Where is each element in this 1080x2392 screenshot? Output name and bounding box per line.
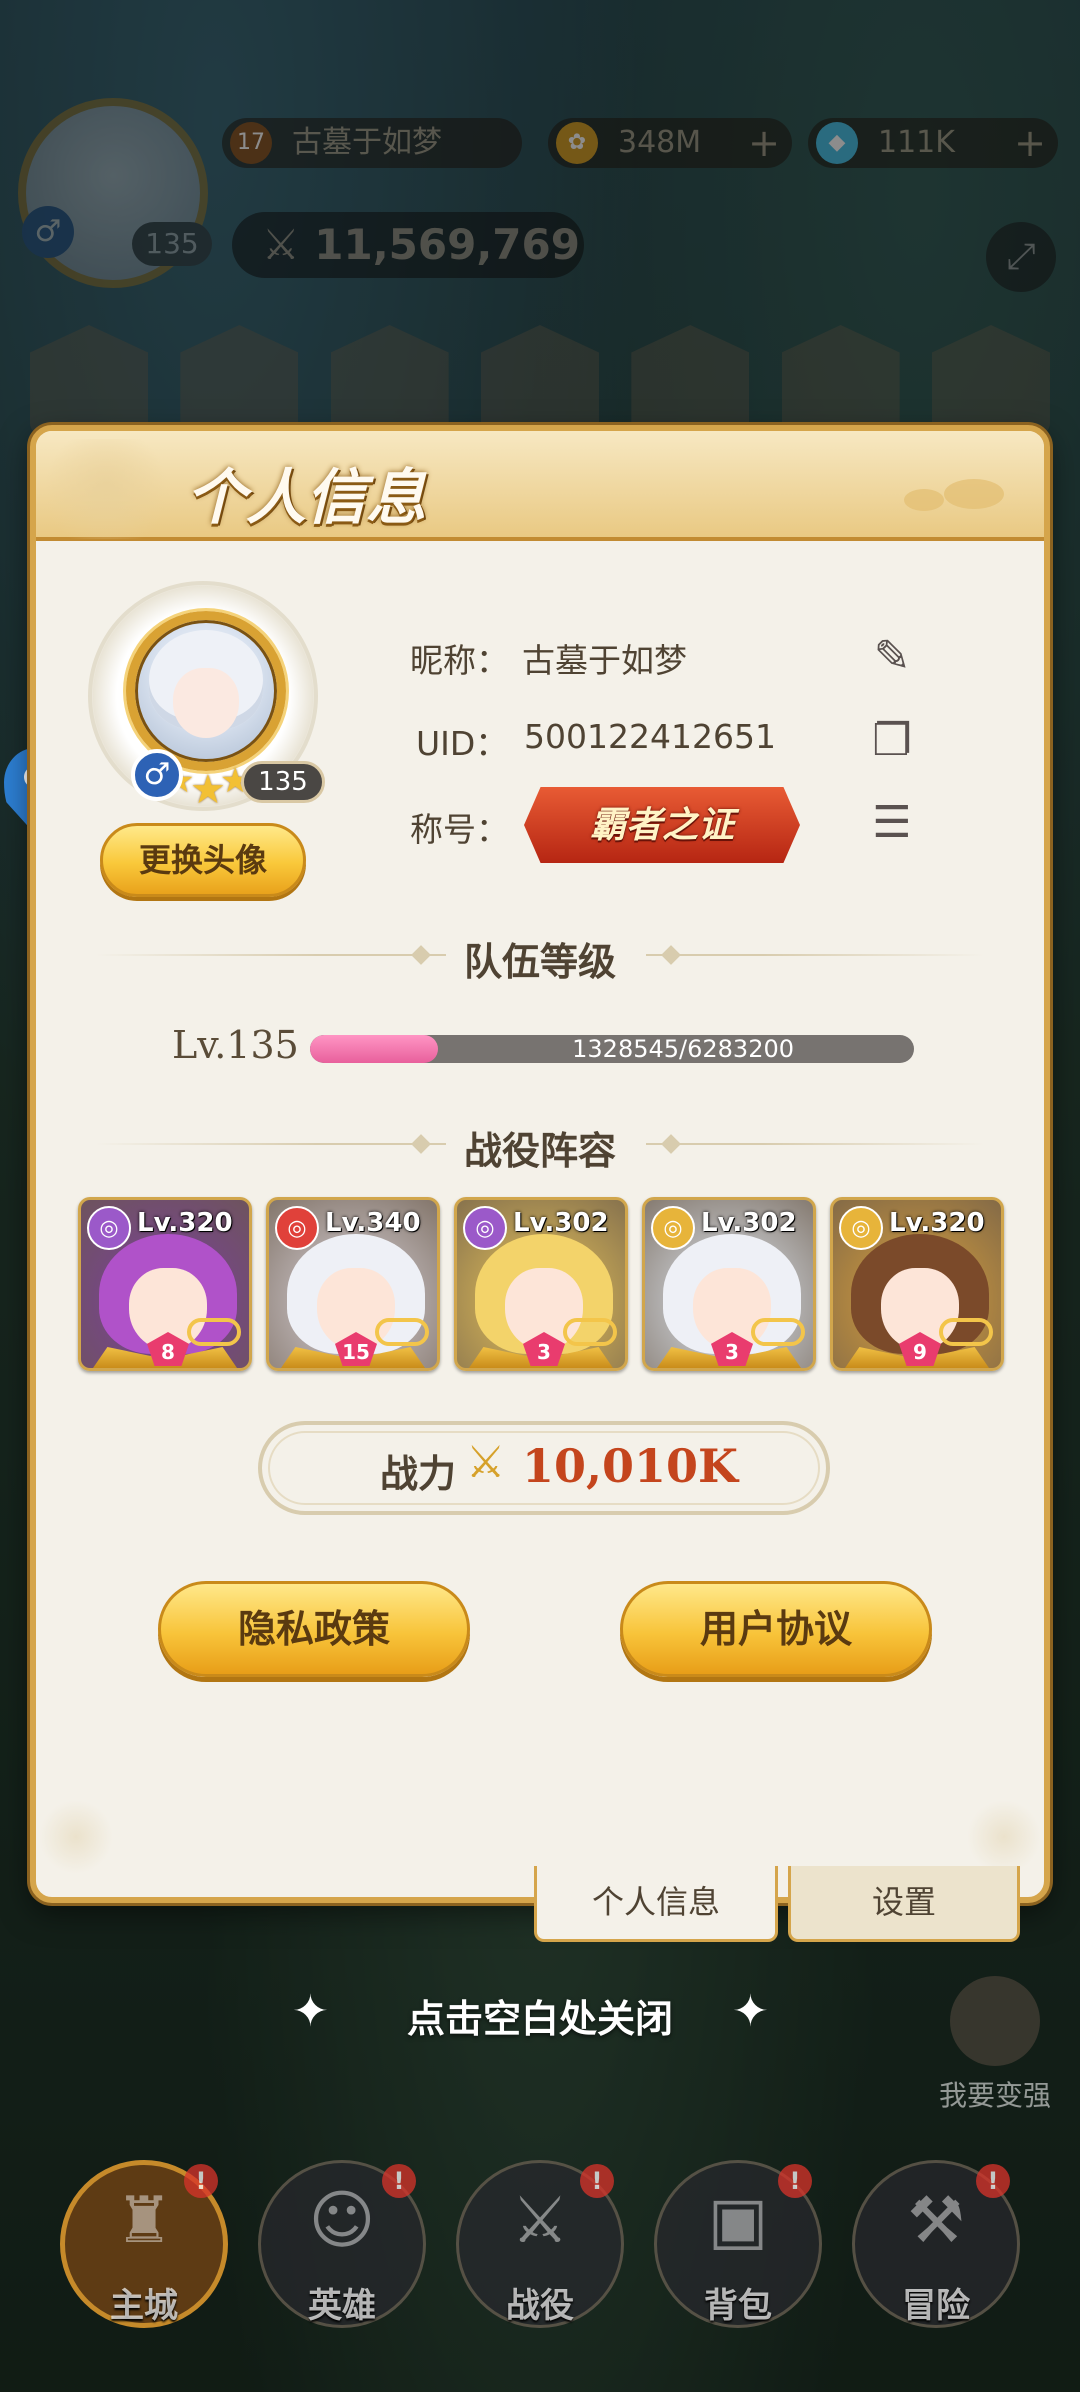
hero-card[interactable]: ◎ Lv.302 3	[642, 1197, 816, 1371]
change-avatar-button[interactable]: 更换头像	[100, 823, 306, 897]
avatar-level-badge: 135	[241, 761, 325, 803]
alert-badge: !	[184, 2164, 218, 2198]
avatar[interactable]	[126, 611, 286, 771]
hero-card[interactable]: ◎ Lv.302 3	[454, 1197, 628, 1371]
hero-card[interactable]: ◎ Lv.340 15	[266, 1197, 440, 1371]
tab-settings[interactable]: 设置	[788, 1866, 1020, 1942]
title-label: 称号：	[410, 810, 509, 849]
lineup-heading: 战役阵容	[463, 1129, 616, 1173]
copy-icon[interactable]: ❐	[864, 713, 920, 769]
power-value: 10,010K	[522, 1439, 739, 1493]
bottom-nav: ♜ 主城! ☺ 英雄! ⚔ 战役! ▣ 背包! ⚒ 冒险!	[60, 2160, 1020, 2350]
link-icon	[375, 1318, 429, 1346]
nav-item-label: 英雄	[308, 2286, 376, 2326]
hero-class-icon: ◎	[839, 1206, 883, 1250]
link-icon	[751, 1318, 805, 1346]
panel-title: 个人信息	[186, 463, 426, 533]
hero-class-icon: ◎	[275, 1206, 319, 1250]
hero-level: Lv.320	[889, 1208, 985, 1238]
uid-value: 500122412651	[524, 717, 776, 756]
hero-class-icon: ◎	[651, 1206, 695, 1250]
hero-level: Lv.340	[325, 1208, 421, 1238]
alert-badge: !	[382, 2164, 416, 2198]
link-icon	[187, 1318, 241, 1346]
title-badge-text: 霸者之证	[589, 804, 734, 846]
user-agreement-button[interactable]: 用户协议	[620, 1581, 932, 1677]
nav-item[interactable]: ♜ 主城!	[60, 2160, 228, 2340]
team-level-value: Lv.135	[172, 1023, 299, 1067]
hero-level: Lv.320	[137, 1208, 233, 1238]
nav-item[interactable]: ⚒ 冒险!	[852, 2160, 1020, 2340]
crossed-swords-icon: ⚔	[466, 1437, 506, 1488]
alert-badge: !	[778, 2164, 812, 2198]
alert-badge: !	[580, 2164, 614, 2198]
hero-card[interactable]: ◎ Lv.320 8	[78, 1197, 252, 1371]
hero-class-icon: ◎	[463, 1206, 507, 1250]
link-icon	[939, 1318, 993, 1346]
privacy-policy-button[interactable]: 隐私政策	[158, 1581, 470, 1677]
hero-level: Lv.302	[701, 1208, 797, 1238]
list-icon[interactable]: ☰	[864, 795, 920, 851]
panel-header: 个人信息	[36, 431, 1044, 541]
team-level-heading: 队伍等级	[463, 940, 616, 984]
get-stronger-button[interactable]: 我要变强	[936, 1976, 1054, 2114]
gender-male-icon: ♂	[131, 749, 183, 801]
hero-lineup: ◎ Lv.320 8 ◎ Lv.340 15 ◎ Lv.302 3 ◎ Lv.302 3 ◎ Lv.320…	[78, 1197, 1018, 1373]
header-decoration	[904, 489, 944, 511]
get-stronger-label: 我要变强	[938, 2079, 1051, 2112]
nav-item-label: 冒险	[902, 2286, 970, 2326]
nav-item[interactable]: ☺ 英雄!	[258, 2160, 426, 2340]
nickname-label: 昵称：	[410, 641, 509, 680]
corner-ornament	[964, 1797, 1044, 1877]
exp-progress-bar: 1328545/6283200	[310, 1035, 914, 1063]
nav-item-label: 背包	[704, 2286, 772, 2326]
pencil-icon[interactable]: ✎	[864, 629, 920, 685]
header-decoration	[944, 479, 1004, 509]
nav-item[interactable]: ▣ 背包!	[654, 2160, 822, 2340]
hero-class-icon: ◎	[87, 1206, 131, 1250]
hero-level: Lv.302	[513, 1208, 609, 1238]
power-label: 战力	[380, 1452, 457, 1496]
nav-item-label: 战役	[506, 2286, 574, 2326]
fist-icon	[950, 1976, 1040, 2066]
profile-panel: 个人信息 ★ ★ ★ ♂ 135 更换头像 昵称： 古墓于如梦 ✎ UID： 5…	[30, 425, 1050, 1903]
sparkle-icon: ✦	[732, 1986, 769, 2037]
nav-item[interactable]: ⚔ 战役!	[456, 2160, 624, 2340]
tab-profile[interactable]: 个人信息	[534, 1866, 778, 1942]
nav-item-label: 主城	[110, 2286, 178, 2326]
corner-ornament	[36, 1797, 116, 1877]
nickname-value: 古墓于如梦	[522, 641, 687, 680]
uid-label: UID：	[416, 724, 509, 763]
alert-badge: !	[976, 2164, 1010, 2198]
hero-card[interactable]: ◎ Lv.320 9	[830, 1197, 1004, 1371]
link-icon	[563, 1318, 617, 1346]
close-hint: 点击空白处关闭	[406, 1997, 673, 2041]
exp-progress-text: 1328545/6283200	[572, 1035, 794, 1063]
